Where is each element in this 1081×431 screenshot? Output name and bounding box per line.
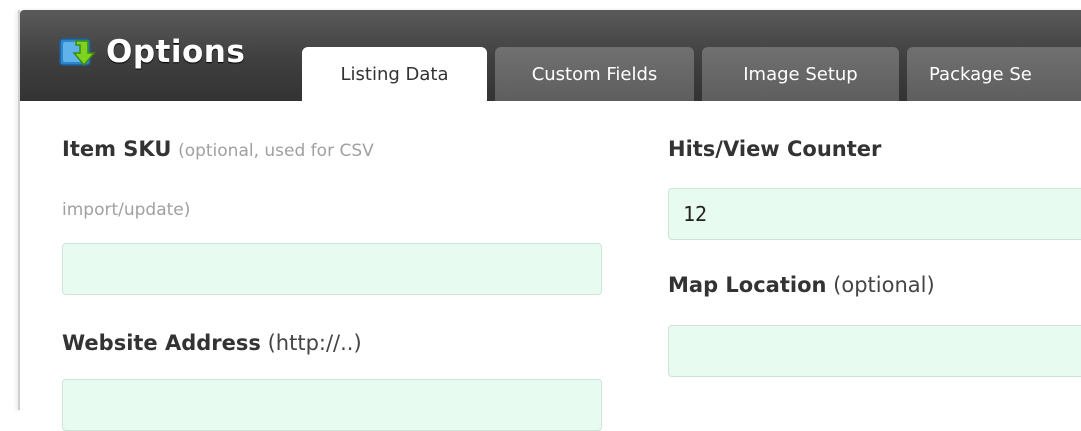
tab-bar: Listing Data Custom Fields Image Setup P… <box>302 47 1081 101</box>
hits-label-text: Hits/View Counter <box>668 137 882 161</box>
item-sku-label-text: Item SKU <box>62 137 172 161</box>
hits-counter-input[interactable] <box>668 188 1081 240</box>
map-location-label-text: Map Location <box>668 273 827 297</box>
options-header: Options Listing Data Custom Fields Image… <box>20 10 1081 101</box>
website-hint: (http://..) <box>267 331 362 355</box>
tab-image-setup[interactable]: Image Setup <box>702 47 899 101</box>
page-title: Options <box>106 33 246 70</box>
header-title-group: Options <box>58 33 245 71</box>
tab-custom-fields[interactable]: Custom Fields <box>495 47 694 101</box>
item-sku-input[interactable] <box>62 243 602 295</box>
item-sku-label: Item SKU (optional, used for CSV <box>62 137 374 161</box>
folder-download-icon <box>58 33 96 71</box>
map-location-input[interactable] <box>668 325 1081 377</box>
item-sku-hint: (optional, used for CSV <box>178 141 374 161</box>
item-sku-hint-line2: import/update) <box>62 196 190 220</box>
website-label-text: Website Address <box>62 331 261 355</box>
tab-package-setup[interactable]: Package Se <box>907 47 1081 101</box>
map-location-hint: (optional) <box>833 273 935 297</box>
listing-data-form: Item SKU (optional, used for CSV import/… <box>20 101 1081 431</box>
hits-label: Hits/View Counter <box>668 137 881 161</box>
map-location-label: Map Location (optional) <box>668 273 935 297</box>
tab-listing-data[interactable]: Listing Data <box>302 47 487 101</box>
website-label: Website Address (http://..) <box>62 331 362 355</box>
item-sku-hint-2: import/update) <box>62 200 191 220</box>
options-panel: Options Listing Data Custom Fields Image… <box>18 10 1081 431</box>
website-input[interactable] <box>62 379 602 431</box>
